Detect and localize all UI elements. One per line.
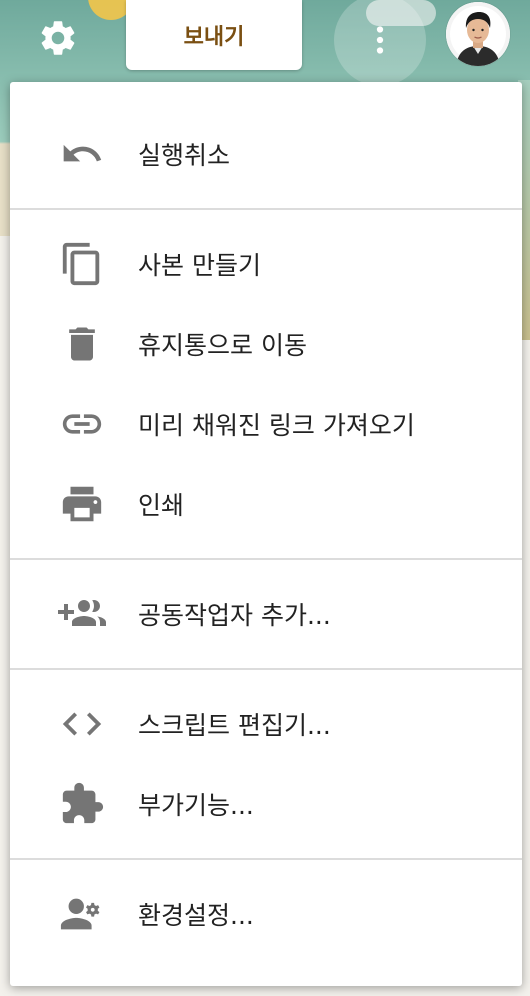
trash-icon xyxy=(58,320,106,368)
copy-icon xyxy=(58,240,106,288)
puzzle-icon xyxy=(58,780,106,828)
menu-divider xyxy=(10,858,522,860)
menu-item-label: 인쇄 xyxy=(138,491,185,520)
menu-item-preferences[interactable]: 환경설정... xyxy=(10,884,522,944)
menu-item-add-collaborators[interactable]: 공동작업자 추가... xyxy=(10,584,522,644)
send-button[interactable]: 보내기 xyxy=(126,0,302,70)
code-icon xyxy=(58,700,106,748)
settings-button[interactable] xyxy=(36,16,80,60)
menu-item-label: 실행취소 xyxy=(138,141,231,170)
menu-divider xyxy=(10,558,522,560)
menu-item-label: 사본 만들기 xyxy=(138,251,261,280)
menu-item-undo[interactable]: 실행취소 xyxy=(10,124,522,184)
menu-item-script-editor[interactable]: 스크립트 편집기... xyxy=(10,694,522,754)
undo-icon xyxy=(58,130,106,178)
menu-item-add-ons[interactable]: 부가기능... xyxy=(10,774,522,834)
menu-item-make-copy[interactable]: 사본 만들기 xyxy=(10,234,522,294)
gear-icon xyxy=(41,21,75,55)
menu-divider xyxy=(10,208,522,210)
more-options-menu: 실행취소 사본 만들기 휴지통으로 이동 미리 채워진 링크 가져오기 인쇄 공… xyxy=(10,82,522,986)
more-vert-icon xyxy=(376,26,384,54)
avatar[interactable] xyxy=(446,2,510,66)
print-icon xyxy=(58,480,106,528)
menu-item-print[interactable]: 인쇄 xyxy=(10,474,522,534)
menu-item-label: 스크립트 편집기... xyxy=(138,711,331,740)
menu-item-label: 공동작업자 추가... xyxy=(138,601,331,630)
menu-item-label: 부가기능... xyxy=(138,791,254,820)
menu-divider xyxy=(10,668,522,670)
menu-item-label: 휴지통으로 이동 xyxy=(138,331,307,360)
menu-item-label: 환경설정... xyxy=(138,901,254,930)
person-settings-icon xyxy=(58,890,106,938)
menu-item-label: 미리 채워진 링크 가져오기 xyxy=(138,411,415,440)
add-people-icon xyxy=(58,590,106,638)
menu-item-move-to-trash[interactable]: 휴지통으로 이동 xyxy=(10,314,522,374)
menu-item-prefilled-link[interactable]: 미리 채워진 링크 가져오기 xyxy=(10,394,522,454)
link-icon xyxy=(58,400,106,448)
top-toolbar: 보내기 xyxy=(0,0,530,86)
more-options-button[interactable] xyxy=(334,0,426,86)
avatar-photo xyxy=(446,2,510,66)
